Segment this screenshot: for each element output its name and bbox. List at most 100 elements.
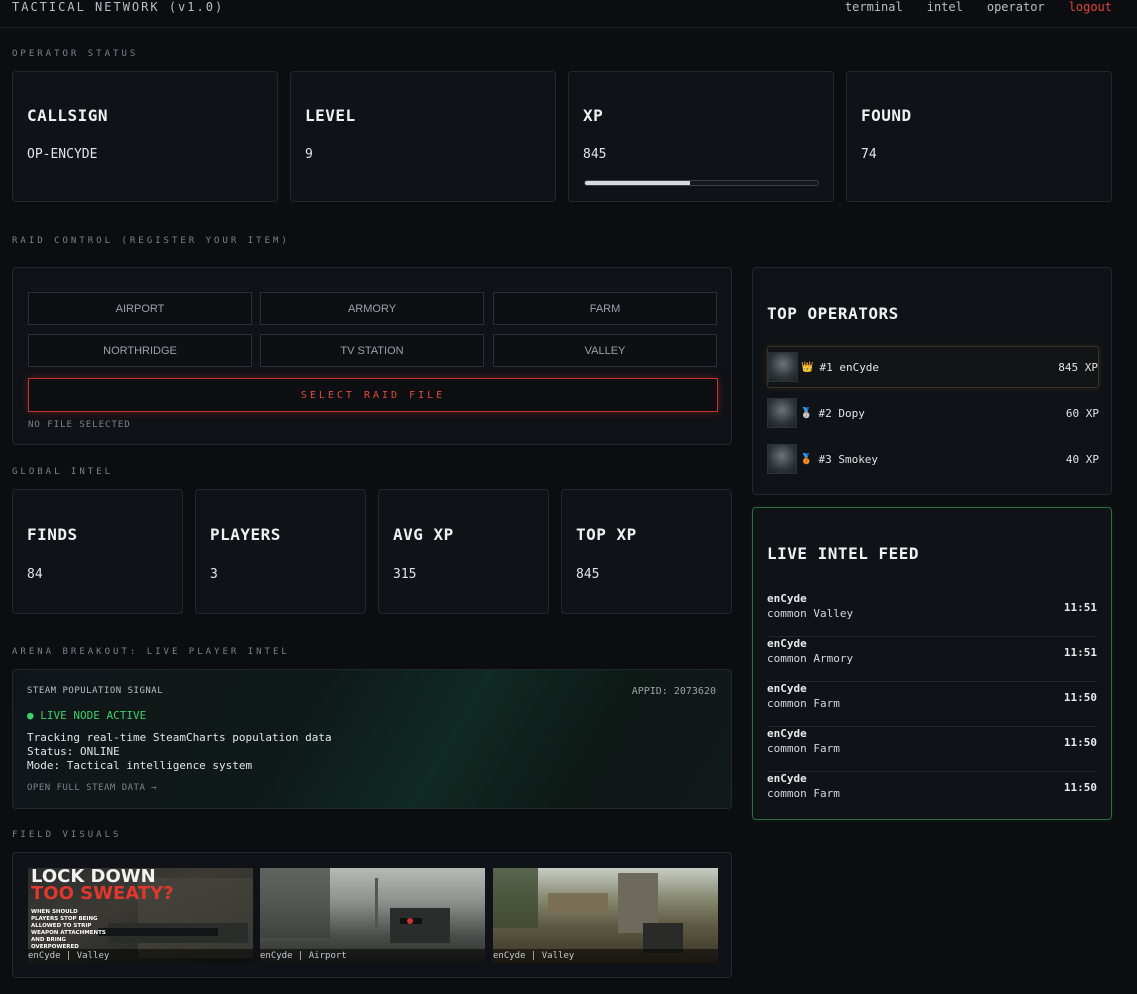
map-button-valley[interactable]: VALLEY [493,334,717,367]
xp-progress-fill [585,181,690,185]
feed-row: enCyde common Armory 11:51 [767,637,1097,682]
thumb-overlay-subtext: WHEN SHOULD PLAYERS STOP BEING ALLOWED T… [31,909,106,950]
field-visuals-label: FIELD VISUALS [12,830,122,840]
raid-control-panel: AIRPORT ARMORY FARM NORTHRIDGE TV STATIO… [12,267,732,445]
operator-name: #2 Dopy [818,406,865,420]
top-operators-panel: TOP OPERATORS 👑 #1 enCyde 845 XP 🥈 #2 Do… [752,267,1112,495]
xp-card: XP 845 [568,71,834,202]
top-bar: TACTICAL NETWORK (v1.0) terminal intel o… [0,0,1137,28]
thumb-overlay-title-2: TOO SWEATY? [31,883,174,904]
global-intel-label: GLOBAL INTEL [12,467,114,477]
found-card: FOUND 74 [846,71,1112,202]
steam-appid: APPID: 2073620 [631,686,716,697]
feed-user: enCyde [767,772,807,785]
field-visual-1-caption: enCyde | Valley [28,949,253,963]
feed-user: enCyde [767,592,807,605]
map-button-airport[interactable]: AIRPORT [28,292,252,325]
brand-title: TACTICAL NETWORK (v1.0) [12,0,225,14]
top-xp-value: 845 [576,567,600,582]
level-value: 9 [305,147,313,162]
feed-item: common Farm [767,697,840,710]
field-visual-1[interactable]: LOCK DOWN TOO SWEATY? WHEN SHOULD PLAYER… [28,868,253,963]
bronze-medal-icon: 🥉 [800,453,813,465]
operator-name: #3 Smokey [818,452,879,466]
players-card: PLAYERS 3 [195,489,366,614]
feed-row: enCyde common Valley 11:51 [767,592,1097,637]
operator-row-1[interactable]: 👑 #1 enCyde 845 XP [767,346,1099,388]
nav-operator[interactable]: operator [987,0,1045,14]
crown-icon: 👑 [801,361,814,373]
feed-time: 11:50 [1063,691,1097,704]
avatar [767,444,797,474]
players-title: PLAYERS [210,525,281,544]
nav-intel[interactable]: intel [927,0,963,14]
callsign-value: OP-ENCYDE [27,147,98,162]
feed-item: common Armory [767,652,854,665]
top-xp-title: TOP XP [576,525,637,544]
feed-item: common Valley [767,607,854,620]
found-title: FOUND [861,106,912,125]
level-card: LEVEL 9 [290,71,556,202]
field-visual-3-caption: enCyde | Valley [493,949,718,963]
feed-user: enCyde [767,682,807,695]
select-raid-file-button[interactable]: SELECT RAID FILE [28,378,718,412]
operator-xp: 40 XP [1065,452,1099,466]
feed-row: enCyde common Farm 11:50 [767,682,1097,727]
live-node-status: ● LIVE NODE ACTIVE [27,709,147,722]
feed-row: enCyde common Farm 11:50 [767,772,1097,817]
avg-xp-card: AVG XP 315 [378,489,549,614]
map-button-farm[interactable]: FARM [493,292,717,325]
raid-control-label: RAID CONTROL (REGISTER YOUR ITEM) [12,236,290,246]
steam-line-3: Mode: Tactical intelligence system [27,759,253,772]
finds-title: FINDS [27,525,78,544]
top-xp-card: TOP XP 845 [561,489,732,614]
avatar [768,352,798,382]
top-nav: terminal intel operator logout [845,0,1112,14]
steam-line-1: Tracking real-time SteamCharts populatio… [27,731,332,744]
nav-terminal[interactable]: terminal [845,0,903,14]
map-button-northridge[interactable]: NORTHRIDGE [28,334,252,367]
feed-row: enCyde common Farm 11:50 [767,727,1097,772]
found-value: 74 [861,147,877,162]
nav-logout[interactable]: logout [1069,0,1112,14]
field-visual-2-caption: enCyde | Airport [260,949,485,963]
avatar [767,398,797,428]
callsign-card: CALLSIGN OP-ENCYDE [12,71,278,202]
map-button-tv-station[interactable]: TV STATION [260,334,484,367]
avg-xp-value: 315 [393,567,417,582]
feed-time: 11:50 [1063,736,1097,749]
xp-progress-bar [584,180,819,186]
callsign-title: CALLSIGN [27,106,109,125]
operator-row-2[interactable]: 🥈 #2 Dopy 60 XP [767,392,1099,434]
open-steam-data-link[interactable]: OPEN FULL STEAM DATA → [27,783,157,793]
xp-value: 845 [583,147,607,162]
players-value: 3 [210,567,218,582]
feed-item: common Farm [767,787,840,800]
map-button-armory[interactable]: ARMORY [260,292,484,325]
xp-title: XP [583,106,604,125]
feed-time: 11:51 [1063,646,1097,659]
operator-name: #1 enCyde [819,360,880,374]
live-intel-feed-panel: LIVE INTEL FEED enCyde common Valley 11:… [752,507,1112,820]
operator-row-3[interactable]: 🥉 #3 Smokey 40 XP [767,438,1099,480]
feed-item: common Farm [767,742,840,755]
steam-heading: STEAM POPULATION SIGNAL [27,686,164,696]
silver-medal-icon: 🥈 [800,407,813,419]
finds-card: FINDS 84 [12,489,183,614]
steam-line-2: Status: ONLINE [27,745,120,758]
operator-xp: 845 XP [1058,360,1098,374]
avg-xp-title: AVG XP [393,525,454,544]
live-feed-title: LIVE INTEL FEED [767,544,919,563]
steam-description: Tracking real-time SteamCharts populatio… [27,731,332,773]
top-operators-title: TOP OPERATORS [767,304,899,323]
field-visuals-panel: LOCK DOWN TOO SWEATY? WHEN SHOULD PLAYER… [12,852,732,978]
feed-time: 11:51 [1063,601,1097,614]
field-visual-2[interactable]: enCyde | Airport [260,868,485,963]
feed-time: 11:50 [1063,781,1097,794]
operator-status-label: OPERATOR STATUS [12,49,139,59]
finds-value: 84 [27,567,43,582]
arena-label: ARENA BREAKOUT: LIVE PLAYER INTEL [12,647,290,657]
feed-user: enCyde [767,637,807,650]
field-visual-3[interactable]: enCyde | Valley [493,868,718,963]
operator-xp: 60 XP [1065,406,1099,420]
